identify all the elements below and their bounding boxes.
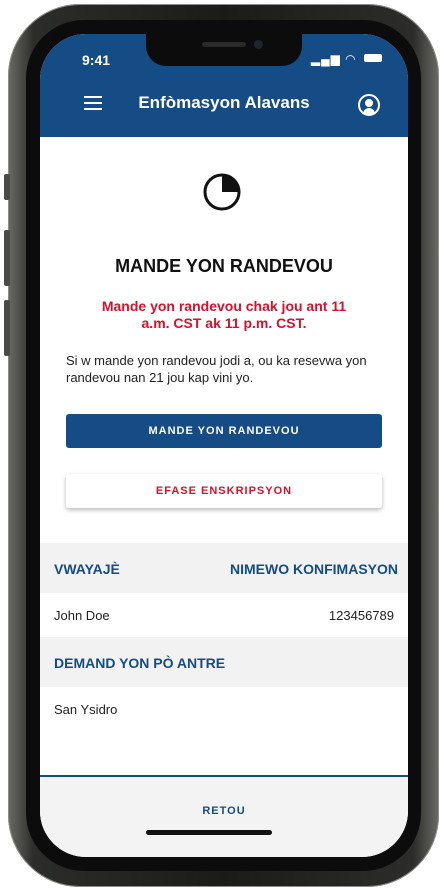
back-button[interactable]: RETOU (40, 805, 408, 817)
user-profile-icon[interactable] (358, 94, 380, 116)
confirmation-column-header: NIMEWO KONFIMASYON (230, 561, 398, 577)
footer-bar: RETOU (40, 775, 408, 857)
status-time: 9:41 (82, 52, 111, 68)
table-row: John Doe 123456789 (40, 593, 408, 637)
port-header-row: DEMAND YON PÒ ANTRE (40, 637, 408, 687)
home-indicator[interactable] (146, 830, 272, 835)
battery-icon (364, 54, 382, 62)
front-camera (254, 40, 263, 49)
volume-down-button (4, 300, 10, 356)
phone-screen: 9:41 ▂▄▆ ◠ Enfòmasyon Alavans MANDE YON … (40, 34, 408, 857)
port-row: San Ysidro (40, 687, 408, 731)
mute-switch (4, 174, 10, 200)
volume-up-button (4, 230, 10, 286)
status-icons: ▂▄▆ ◠ (311, 52, 382, 66)
notch (146, 34, 302, 66)
table-header-row: VWAYAJÈ NIMEWO KONFIMASYON (40, 543, 408, 593)
port-of-entry-header: DEMAND YON PÒ ANTRE (54, 655, 226, 671)
clock-pie-icon (203, 173, 241, 211)
port-of-entry-value: San Ysidro (54, 702, 118, 717)
traveler-name: John Doe (54, 608, 110, 623)
appointment-info: Si w mande yon randevou jodi a, ou ka re… (66, 353, 367, 385)
confirmation-number: 123456789 (328, 608, 394, 623)
traveler-column-header: VWAYAJÈ (54, 561, 120, 577)
wifi-icon: ◠ (345, 52, 357, 66)
speaker-grille (202, 42, 246, 47)
delete-registration-button[interactable]: EFASE ENSKRIPSYON (66, 474, 382, 508)
app-title: Enfòmasyon Alavans (138, 93, 310, 112)
page-title: MANDE YON RANDEVOU (115, 256, 333, 276)
hours-notice: Mande yon randevou chak jou ant 11 a.m. … (101, 298, 347, 331)
request-appointment-button[interactable]: MANDE YON RANDEVOU (66, 414, 382, 448)
phone-frame: 9:41 ▂▄▆ ◠ Enfòmasyon Alavans MANDE YON … (4, 4, 439, 887)
signal-icon: ▂▄▆ (310, 52, 341, 66)
